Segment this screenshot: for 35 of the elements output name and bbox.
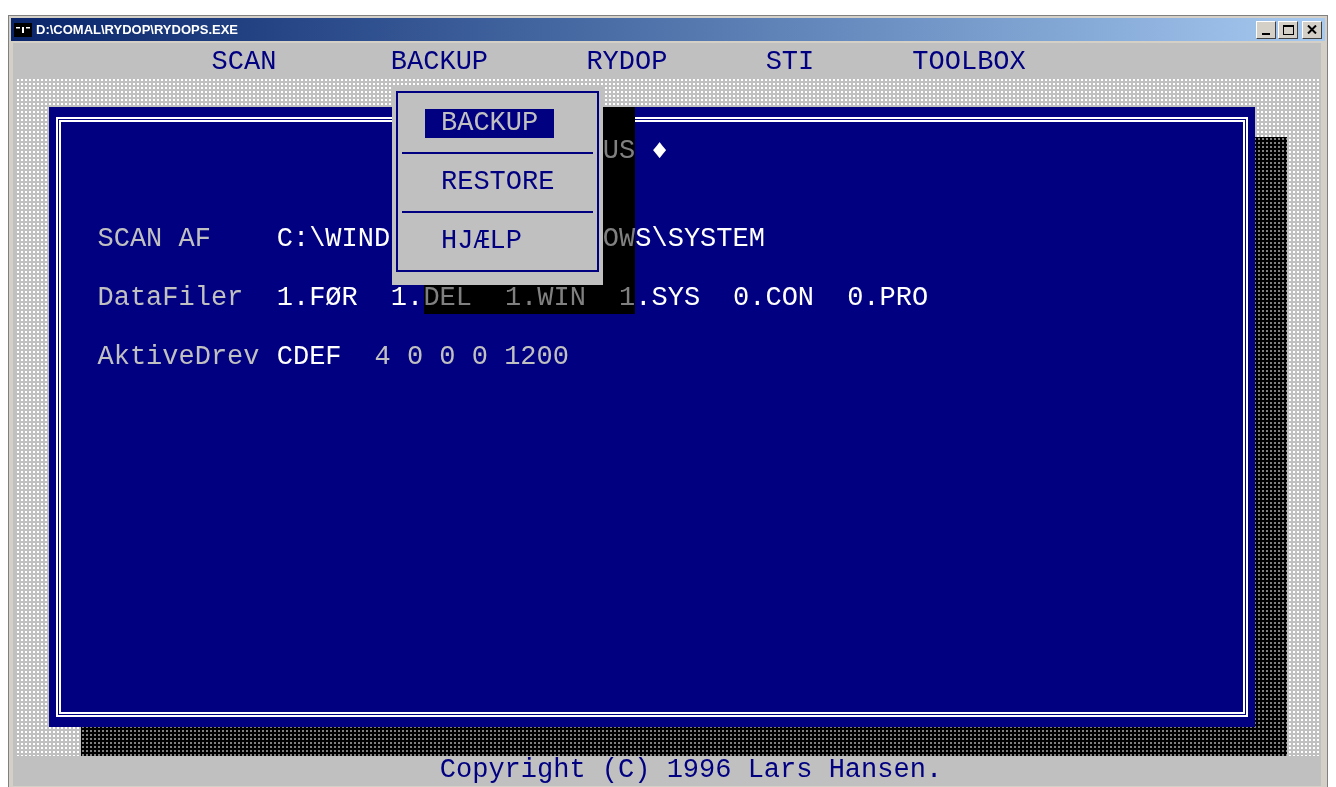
shadowed-text: 1 — [619, 284, 636, 314]
menu-bar-item[interactable]: BACKUP — [390, 48, 489, 78]
close-button[interactable] — [1302, 20, 1322, 39]
close-icon — [1307, 25, 1317, 34]
field-value: 1.FØR — [276, 284, 359, 314]
field-value: S\SYSTEM — [635, 225, 766, 255]
menu-bar-item[interactable]: SCAN — [211, 48, 277, 78]
field-value: 1. — [390, 284, 424, 314]
maximize-button[interactable] — [1278, 20, 1298, 39]
field-label: DataFiler — [97, 284, 245, 314]
menu-bar-item[interactable]: TOOLBOX — [912, 48, 1027, 78]
console-icon — [14, 22, 32, 37]
menu-item[interactable]: RESTORE — [425, 168, 571, 197]
menu-item[interactable]: BACKUP — [425, 109, 555, 138]
shadowed-text: 1.WIN — [504, 284, 587, 314]
window-title: D:\COMAL\RYDOP\RYDOPS.EXE — [36, 20, 238, 39]
menu-bar-item[interactable]: RYDOP — [586, 48, 668, 78]
shadowed-text: OW — [602, 225, 636, 255]
field-label: AktiveDrev — [97, 343, 261, 373]
field-value: .SYS — [635, 284, 701, 314]
field-label: 4 0 0 0 1200 — [374, 343, 570, 373]
maximize-icon — [1282, 24, 1294, 35]
field-value: C:\WIND — [276, 225, 391, 255]
field-label: SCAN AF — [97, 225, 212, 255]
menu-item[interactable]: HJÆLP — [425, 227, 538, 256]
shadowed-text: US — [602, 136, 636, 166]
menu-bar-item[interactable]: STI — [765, 48, 815, 78]
shadowed-text: DEL — [423, 284, 473, 314]
copyright-text: Copyright (C) 1996 Lars Hansen. — [439, 755, 943, 785]
field-value: ♦ — [651, 136, 668, 166]
field-value: 0.PRO — [847, 284, 929, 314]
field-value: CDEF — [276, 343, 342, 373]
minimize-icon — [1262, 32, 1270, 35]
field-value: 0.CON — [733, 284, 815, 314]
minimize-button[interactable] — [1256, 20, 1276, 39]
